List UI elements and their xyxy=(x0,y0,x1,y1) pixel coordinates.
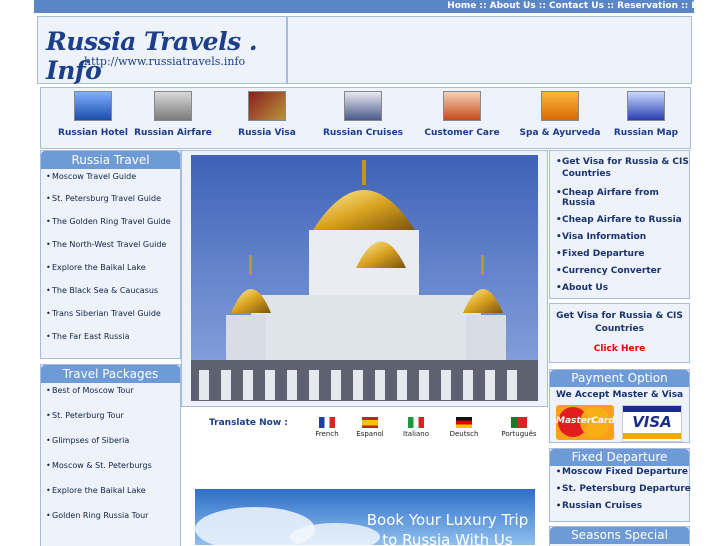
list-item[interactable]: St. Peterburg Tour xyxy=(46,411,180,420)
category-label: Russian Map xyxy=(613,128,679,138)
nav-home-link[interactable]: Home xyxy=(447,1,476,11)
visa-logo: VISA xyxy=(622,405,682,442)
nav-separator: :: xyxy=(681,1,689,11)
nav-separator: :: xyxy=(479,1,487,11)
visa-text: VISA xyxy=(632,413,672,431)
list-item[interactable]: Explore the Baikal Lake xyxy=(46,263,180,272)
language-label[interactable]: Italiano xyxy=(391,430,441,438)
seasons-special-heading: Seasons Special xyxy=(550,527,689,544)
flag-italian-icon[interactable] xyxy=(408,417,424,428)
list-item[interactable]: The Far East Russia xyxy=(46,332,180,341)
flag-french-icon[interactable] xyxy=(319,417,335,428)
cathedral-photo xyxy=(191,155,538,401)
travel-packages-panel: Travel Packages Best of Moscow Tour St. … xyxy=(40,364,181,546)
category-label: Russian Cruises xyxy=(322,128,404,138)
list-item[interactable]: Russian Cruises xyxy=(556,501,689,511)
category-russian-cruises[interactable]: Russian Cruises xyxy=(318,91,408,138)
translate-label: Translate Now : xyxy=(209,418,288,428)
flag-german-icon[interactable] xyxy=(456,417,472,428)
category-russian-airfare[interactable]: Russian Airfare xyxy=(128,91,218,138)
list-item[interactable]: St. Petersburg Departure xyxy=(556,484,691,494)
russia-travel-panel: Russia Travel Moscow Travel Guide St. Pe… xyxy=(40,150,181,359)
list-item[interactable]: Trans Siberian Travel Guide xyxy=(46,309,180,318)
list-item[interactable]: The North-West Travel Guide xyxy=(46,240,180,249)
russia-travel-heading: Russia Travel xyxy=(41,151,180,169)
right-link[interactable]: Visa Information xyxy=(556,232,689,242)
category-russian-map[interactable]: Russian Map xyxy=(601,91,691,138)
hotel-icon xyxy=(74,91,112,121)
right-link[interactable]: Currency Converter xyxy=(556,266,689,276)
payment-panel: Payment Option We Accept Master & Visa M… xyxy=(549,369,690,443)
airplane-icon xyxy=(154,91,192,121)
nav-reservation-link[interactable]: Reservation xyxy=(617,1,678,11)
header-ad-area xyxy=(287,16,692,84)
right-link[interactable]: About Us xyxy=(556,283,689,293)
right-links-panel: Get Visa for Russia & CIS Countries Chea… xyxy=(549,150,690,299)
mastercard-logo: MasterCard xyxy=(556,405,614,440)
list-item[interactable]: Golden Ring Russia Tour xyxy=(46,511,180,520)
site-logo-url: http://www.russiatravels.info xyxy=(84,55,246,68)
language-label[interactable]: Deutsch xyxy=(439,430,489,438)
nav-contact-link[interactable]: Contact Us xyxy=(549,1,604,11)
nav-separator: :: xyxy=(606,1,615,11)
category-customer-care[interactable]: Customer Care xyxy=(417,91,507,138)
banner-text: Book Your Luxury Trip to Russia With Us xyxy=(195,510,535,545)
category-label: Customer Care xyxy=(424,128,500,138)
luxury-trip-banner[interactable]: Book Your Luxury Trip to Russia With Us xyxy=(195,489,535,545)
language-label[interactable]: Espanol xyxy=(345,430,395,438)
category-label: Russia Visa xyxy=(238,128,296,138)
visa-promo-box: Get Visa for Russia & CIS Countries Clic… xyxy=(549,303,690,363)
category-russia-visa[interactable]: Russia Visa xyxy=(222,91,312,138)
list-item[interactable]: St. Petersburg Travel Guide xyxy=(46,194,180,203)
category-label: Russian Airfare xyxy=(134,128,212,138)
click-here-link[interactable]: Click Here xyxy=(550,344,689,354)
list-item[interactable]: Glimpses of Siberia xyxy=(46,436,180,445)
travel-packages-heading: Travel Packages xyxy=(41,365,180,383)
list-item[interactable]: The Black Sea & Caucasus xyxy=(46,286,180,295)
category-spa-ayurveda[interactable]: Spa & Ayurveda xyxy=(515,91,605,138)
right-link[interactable]: Cheap Airfare from Russia xyxy=(556,188,689,208)
category-label: Spa & Ayurveda xyxy=(519,128,601,138)
mastercard-text: MasterCard xyxy=(556,416,614,426)
flag-portuguese-icon[interactable] xyxy=(511,417,527,428)
language-label[interactable]: Português xyxy=(494,430,544,438)
banner-line-2: to Russia With Us xyxy=(382,531,513,545)
nav-email-link[interactable]: Email xyxy=(691,1,719,11)
visa-promo-text: Get Visa for Russia & CIS Countries xyxy=(556,311,683,334)
payment-text: We Accept Master & Visa xyxy=(556,390,684,400)
logo-box[interactable]: Russia Travels . Info http://www.russiat… xyxy=(37,16,287,85)
map-icon xyxy=(627,91,665,121)
list-item[interactable]: Explore the Baikal Lake xyxy=(46,486,180,495)
nav-separator: :: xyxy=(538,1,546,11)
list-item[interactable]: Best of Moscow Tour xyxy=(46,386,180,395)
nav-about-link[interactable]: About Us xyxy=(490,1,536,11)
list-item[interactable]: Moscow Travel Guide xyxy=(46,172,180,181)
right-link[interactable]: Fixed Departure xyxy=(556,249,689,259)
category-icon-row: Russian Hotel Russian Airfare Russia Vis… xyxy=(40,87,691,149)
category-russian-hotel[interactable]: Russian Hotel xyxy=(48,91,138,138)
list-item[interactable]: Moscow Fixed Departure xyxy=(556,467,689,477)
right-link[interactable]: Cheap Airfare to Russia xyxy=(556,215,689,225)
category-label: Russian Hotel xyxy=(58,128,128,138)
banner-line-1: Book Your Luxury Trip xyxy=(366,511,529,529)
payment-heading: Payment Option xyxy=(550,370,689,387)
flag-spanish-icon[interactable] xyxy=(362,417,378,428)
list-item[interactable]: The Golden Ring Travel Guide xyxy=(46,217,180,226)
seasons-special-panel: Seasons Special xyxy=(549,526,690,546)
fixed-departure-panel: Fixed Departure Moscow Fixed Departure S… xyxy=(549,448,691,522)
right-link[interactable]: Get Visa for Russia & CIS Countries xyxy=(556,156,689,180)
fixed-departure-heading: Fixed Departure xyxy=(550,449,689,466)
passport-icon xyxy=(248,91,286,121)
spa-icon xyxy=(541,91,579,121)
cruise-ship-icon xyxy=(344,91,382,121)
list-item[interactable]: Moscow & St. Peterburgs xyxy=(46,461,180,470)
headset-icon xyxy=(443,91,481,121)
top-nav: Home:: About Us:: Contact Us:: Reservation:… xyxy=(447,0,719,13)
